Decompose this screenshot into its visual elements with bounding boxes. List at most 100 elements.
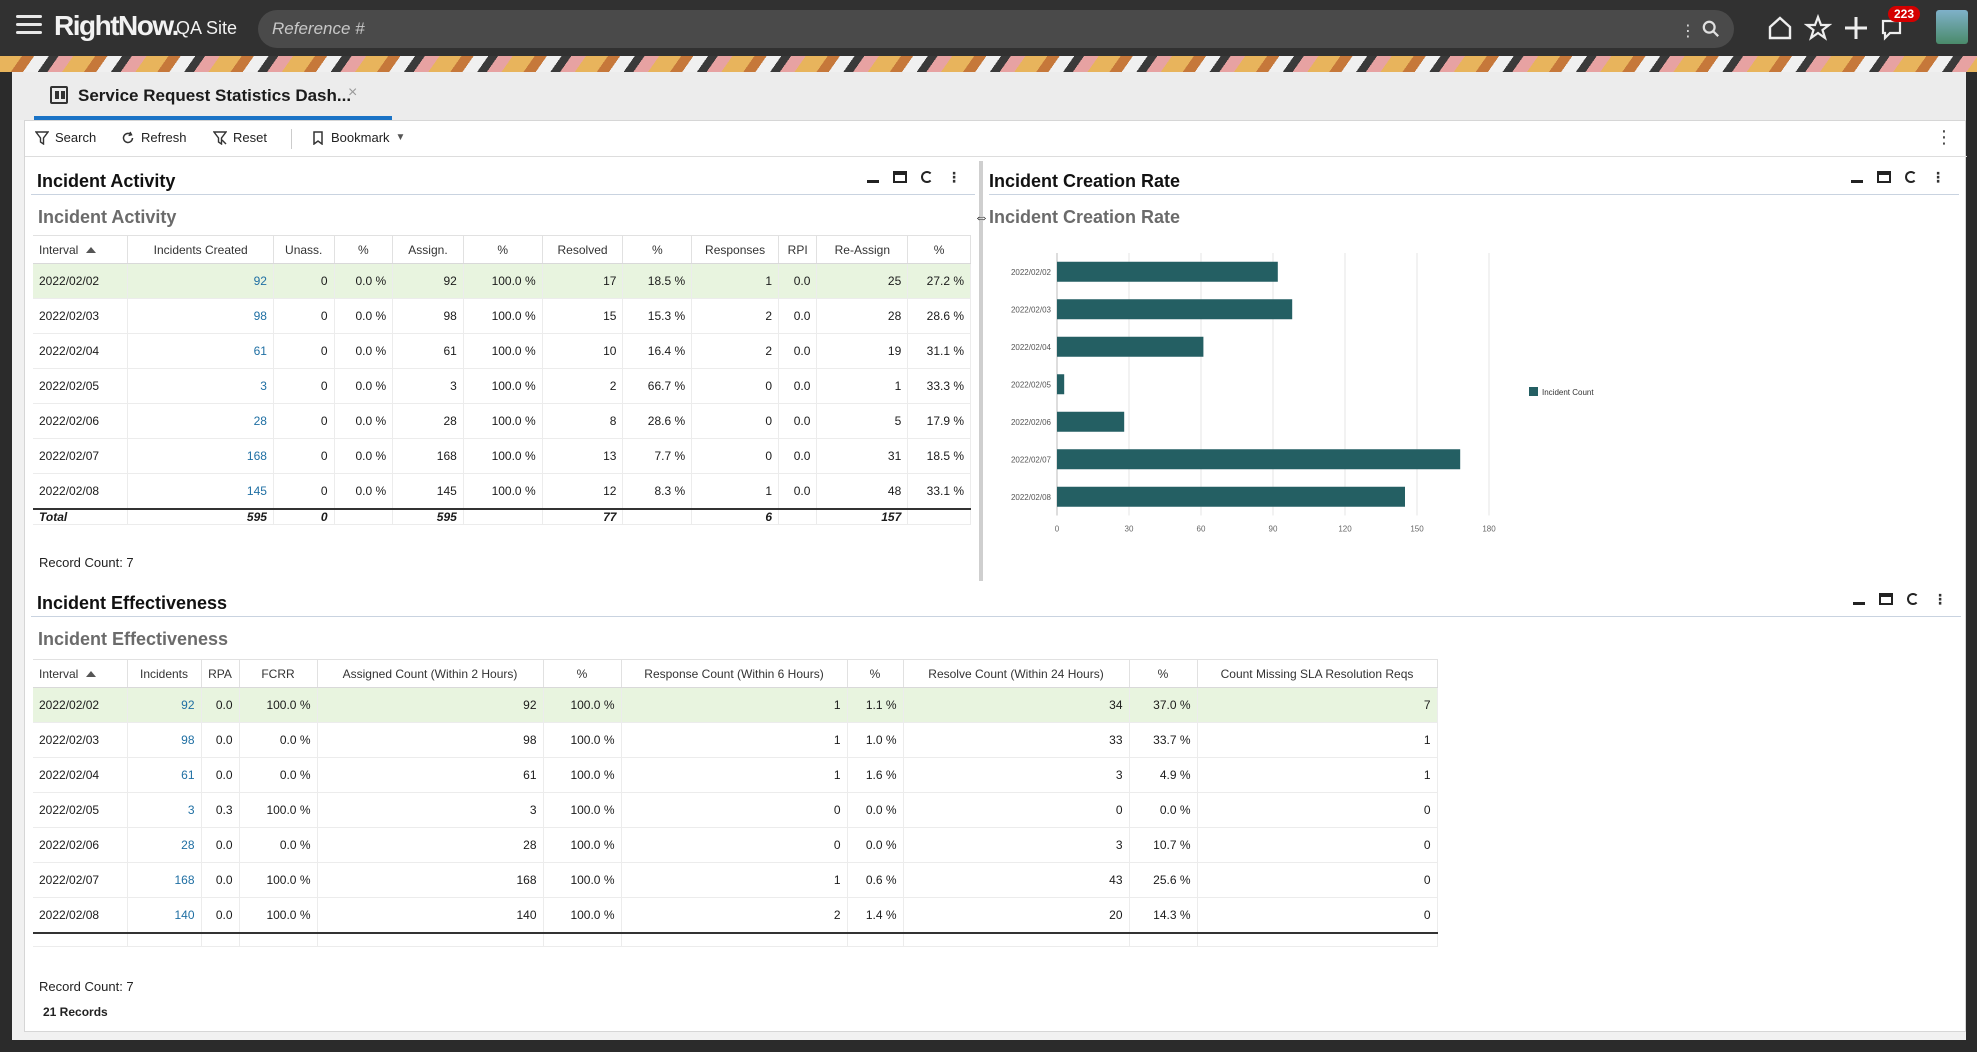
column-header[interactable]: Re-Assign xyxy=(816,235,909,264)
table-row[interactable]: 2022/02/04 61 0 0.0 % 61 100.0 % 10 16.4 % 2 0.0 1… xyxy=(33,333,971,369)
search-button[interactable]: Search xyxy=(35,130,96,145)
chevron-down-icon[interactable]: ▼ xyxy=(396,132,406,143)
column-header[interactable]: % xyxy=(907,235,971,264)
table-row[interactable]: 2022/02/06 28 0.0 0.0 % 28 100.0 % 0 0.0 % 3 10.7… xyxy=(33,827,1438,863)
column-header[interactable]: RPA xyxy=(201,659,240,688)
table-cell: 1 xyxy=(816,368,909,404)
sort-ascending-icon[interactable] xyxy=(86,671,97,678)
refresh-icon[interactable] xyxy=(921,171,933,183)
table-row[interactable]: 2022/02/08 140 0.0 100.0 % 140 100.0 % 2 1.4 % 2… xyxy=(33,897,1438,933)
minimize-icon[interactable] xyxy=(867,171,879,183)
table-cell: 3 xyxy=(903,757,1130,793)
reset-button[interactable]: Reset xyxy=(213,130,267,145)
table-row[interactable]: 2022/02/04 61 0.0 0.0 % 61 100.0 % 1 1.6 % 3 4.9 … xyxy=(33,757,1438,793)
minimize-icon[interactable] xyxy=(1853,593,1865,605)
maximize-icon[interactable] xyxy=(1879,593,1893,605)
close-tab-icon[interactable]: × xyxy=(348,84,357,102)
maximize-icon[interactable] xyxy=(1877,171,1891,183)
table-row[interactable]: 2022/02/03 98 0 0.0 % 98 100.0 % 15 15.3 % 2 0.0 2… xyxy=(33,298,971,334)
table-row[interactable]: 2022/02/02 92 0 0.0 % 92 100.0 % 17 18.5 % 1 0.0 2… xyxy=(33,263,971,299)
drilldown-link[interactable]: 168 xyxy=(127,438,274,474)
table-row[interactable]: 2022/02/05 3 0 0.0 % 3 100.0 % 2 66.7 % 0 0.0 1 33.… xyxy=(33,368,971,404)
column-header[interactable]: % xyxy=(847,659,904,688)
table-cell: 15.3 % xyxy=(622,298,693,334)
panel-more-icon[interactable]: ⋮ xyxy=(1931,170,1945,184)
table-row[interactable]: 2022/02/06 28 0 0.0 % 28 100.0 % 8 28.6 % 0 0.0 5 1… xyxy=(33,403,971,439)
column-header[interactable]: Interval xyxy=(33,235,129,264)
table-cell: 0 xyxy=(621,827,848,863)
drilldown-link[interactable]: 61 xyxy=(127,333,274,369)
table-row[interactable]: 2022/02/07 168 0.0 100.0 % 168 100.0 % 1 0.6 % 4… xyxy=(33,862,1438,898)
search-options-icon[interactable]: ⋮ xyxy=(1680,21,1696,41)
add-plus-icon[interactable] xyxy=(1842,14,1870,42)
table-row[interactable]: 2022/02/02 92 0.0 100.0 % 92 100.0 % 1 1.1 % 34 3… xyxy=(33,687,1438,723)
tab-service-request-dashboard[interactable]: Service Request Statistics Dash... × xyxy=(34,72,392,120)
column-header[interactable]: Incidents xyxy=(127,659,202,688)
column-header[interactable]: % xyxy=(463,235,543,264)
drilldown-link[interactable]: 98 xyxy=(127,298,274,334)
y-category-label: 2022/02/08 xyxy=(1011,493,1052,502)
column-header[interactable]: % xyxy=(543,659,622,688)
column-header[interactable]: Count Missing SLA Resolution Reqs xyxy=(1197,659,1438,688)
bar-2022-02-03[interactable] xyxy=(1057,299,1293,320)
panel-more-icon[interactable]: ⋮ xyxy=(1933,592,1947,606)
menu-icon[interactable] xyxy=(16,15,42,37)
column-header[interactable]: Resolved xyxy=(542,235,624,264)
home-icon[interactable] xyxy=(1766,14,1794,42)
bar-2022-02-05[interactable] xyxy=(1057,374,1065,395)
drilldown-link[interactable]: 145 xyxy=(127,473,274,509)
column-header[interactable]: Unass. xyxy=(273,235,335,264)
drilldown-link[interactable]: 140 xyxy=(127,897,202,933)
x-tick-label: 150 xyxy=(1410,525,1424,534)
drilldown-link[interactable]: 168 xyxy=(127,862,202,898)
table-row[interactable]: 2022/02/03 98 0.0 0.0 % 98 100.0 % 1 1.0 % 33 33.… xyxy=(33,722,1438,758)
drilldown-link[interactable]: 3 xyxy=(127,792,202,828)
column-header[interactable]: Response Count (Within 6 Hours) xyxy=(621,659,848,688)
column-header[interactable]: RPI xyxy=(778,235,818,264)
table-cell: 7.7 % xyxy=(622,438,693,474)
drilldown-link[interactable]: 98 xyxy=(127,722,202,758)
search-icon[interactable] xyxy=(1702,20,1720,38)
column-header[interactable]: % xyxy=(334,235,394,264)
column-header[interactable]: Resolve Count (Within 24 Hours) xyxy=(903,659,1130,688)
drilldown-link[interactable]: 28 xyxy=(127,403,274,439)
search-button-label: Search xyxy=(55,130,97,145)
column-header-label: Re-Assign xyxy=(834,242,890,257)
column-header[interactable]: Responses xyxy=(691,235,779,264)
favorites-star-icon[interactable] xyxy=(1804,14,1832,42)
column-header[interactable]: FCRR xyxy=(239,659,318,688)
minimize-icon[interactable] xyxy=(1851,171,1863,183)
table-row[interactable]: 2022/02/05 3 0.3 100.0 % 3 100.0 % 0 0.0 % 0 0.0 … xyxy=(33,792,1438,828)
reference-search-input[interactable] xyxy=(272,18,1652,40)
table-row[interactable]: 2022/02/08 145 0 0.0 % 145 100.0 % 12 8.3 % 1 0.0… xyxy=(33,473,971,509)
column-header[interactable]: Assigned Count (Within 2 Hours) xyxy=(317,659,544,688)
bar-2022-02-02[interactable] xyxy=(1057,261,1278,282)
refresh-icon[interactable] xyxy=(1907,593,1919,605)
maximize-icon[interactable] xyxy=(893,171,907,183)
column-header[interactable]: Incidents Created xyxy=(127,235,274,264)
column-header[interactable]: Interval xyxy=(33,659,128,688)
refresh-icon[interactable] xyxy=(1905,171,1917,183)
drilldown-link[interactable]: 28 xyxy=(127,827,202,863)
bookmark-button[interactable]: Bookmark ▼ xyxy=(311,130,405,145)
bar-2022-02-06[interactable] xyxy=(1057,411,1125,432)
table-row[interactable]: 2022/02/07 168 0 0.0 % 168 100.0 % 13 7.7 % 0 0.0… xyxy=(33,438,971,474)
column-header[interactable]: % xyxy=(1129,659,1198,688)
refresh-button[interactable]: Refresh xyxy=(121,130,187,145)
column-header[interactable]: % xyxy=(622,235,693,264)
panel-more-icon[interactable]: ⋮ xyxy=(947,170,961,184)
global-search-bar[interactable]: ⋮ xyxy=(258,10,1734,48)
resize-handle-icon[interactable]: ⇔ xyxy=(974,209,989,226)
table-cell: 3 xyxy=(392,368,464,404)
drilldown-link[interactable]: 3 xyxy=(127,368,274,404)
column-header[interactable]: Assign. xyxy=(392,235,464,264)
drilldown-link[interactable]: 61 xyxy=(127,757,202,793)
bar-2022-02-04[interactable] xyxy=(1057,336,1204,357)
toolbar-more-icon[interactable]: ⋮ xyxy=(1935,127,1953,148)
bar-2022-02-08[interactable] xyxy=(1057,486,1405,507)
user-avatar[interactable] xyxy=(1936,10,1968,44)
bar-2022-02-07[interactable] xyxy=(1057,449,1461,470)
sort-ascending-icon[interactable] xyxy=(86,247,97,254)
drilldown-link[interactable]: 92 xyxy=(127,263,274,299)
drilldown-link[interactable]: 92 xyxy=(127,687,202,723)
